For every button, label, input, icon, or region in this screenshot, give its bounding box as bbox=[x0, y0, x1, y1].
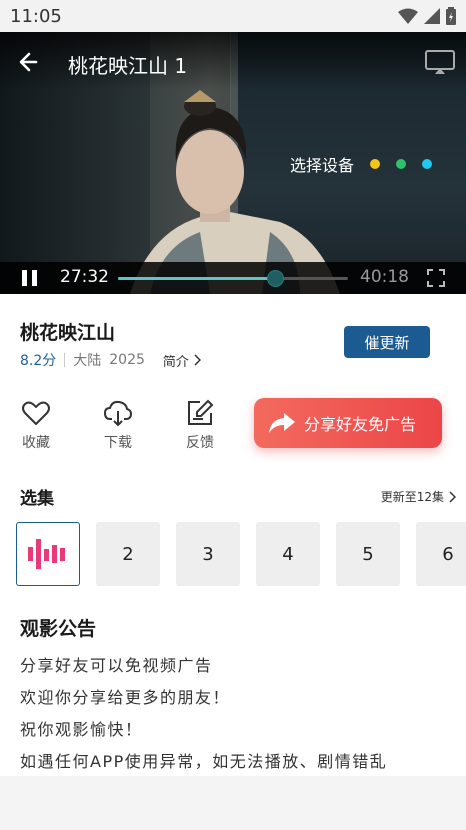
notice-title: 观影公告 bbox=[20, 618, 97, 640]
battery-icon bbox=[446, 7, 456, 25]
notice-line: 欢迎你分享给更多的朋友！ bbox=[20, 688, 231, 707]
seek-progress bbox=[118, 277, 276, 280]
device-dot-yellow bbox=[370, 159, 381, 169]
status-icons bbox=[398, 7, 456, 25]
favorite-label: 收藏 bbox=[22, 435, 50, 451]
total-time: 40:18 bbox=[360, 267, 409, 287]
episode-list: 2 3 4 5 6 bbox=[16, 522, 466, 588]
equalizer-icon bbox=[28, 539, 65, 569]
wifi-icon bbox=[398, 8, 418, 24]
episodes-title: 选集 bbox=[20, 489, 54, 509]
status-bar: 11:05 bbox=[0, 0, 466, 32]
episode-item[interactable]: 2 bbox=[96, 522, 160, 586]
notice-line: 分享好友可以免视频广告 bbox=[20, 656, 213, 675]
pause-icon[interactable] bbox=[20, 268, 40, 288]
download-icon bbox=[103, 400, 133, 427]
rating-score: 8.2分 bbox=[20, 353, 57, 369]
back-arrow-icon[interactable] bbox=[14, 46, 46, 78]
fullscreen-icon[interactable] bbox=[426, 268, 446, 288]
episode-item[interactable]: 4 bbox=[256, 522, 320, 586]
episode-1-playing[interactable] bbox=[16, 522, 80, 586]
episodes-more-link[interactable]: 更新至12集 bbox=[381, 488, 456, 505]
chevron-right-icon bbox=[449, 490, 456, 503]
video-player[interactable]: 桃花映江山 1 选择设备 27:32 40:18 bbox=[0, 32, 466, 294]
seek-bar[interactable] bbox=[118, 270, 348, 287]
cast-icon[interactable] bbox=[424, 48, 456, 76]
device-select-label: 选择设备 bbox=[290, 156, 355, 175]
intro-link[interactable]: 简介 bbox=[163, 351, 201, 370]
share-label: 分享好友免广告 bbox=[304, 415, 417, 434]
current-time: 27:32 bbox=[60, 267, 109, 287]
intro-label: 简介 bbox=[162, 354, 189, 370]
chevron-right-icon bbox=[194, 354, 201, 366]
seek-thumb[interactable] bbox=[267, 270, 285, 287]
notice-line: 祝你观影愉快！ bbox=[20, 720, 143, 739]
player-controls: 27:32 40:18 bbox=[0, 262, 466, 294]
download-button[interactable]: 下载 bbox=[98, 398, 138, 452]
episodes-more-label: 更新至12集 bbox=[380, 490, 444, 504]
device-dot-cyan bbox=[422, 159, 433, 169]
share-button[interactable]: 分享好友免广告 bbox=[254, 398, 442, 448]
feedback-button[interactable]: 反馈 bbox=[180, 398, 220, 452]
show-title: 桃花映江山 bbox=[20, 322, 116, 344]
episode-item[interactable]: 5 bbox=[336, 522, 400, 586]
urge-update-button[interactable]: 催更新 bbox=[344, 326, 430, 358]
notice-line: 如遇任何APP使用异常，如无法播放、剧情错乱 bbox=[20, 752, 388, 771]
detail-panel: 桃花映江山 8.2分 大陆 2025 简介 催更新 收藏 下载 反馈 分享好友免… bbox=[0, 294, 466, 776]
device-dot-green bbox=[396, 159, 407, 169]
share-arrow-icon bbox=[269, 413, 295, 433]
show-meta: 8.2分 大陆 2025 简介 bbox=[20, 350, 201, 370]
status-time: 11:05 bbox=[10, 5, 62, 27]
meta-divider bbox=[64, 353, 66, 367]
heart-icon bbox=[22, 401, 50, 425]
device-select[interactable]: 选择设备 bbox=[290, 152, 433, 176]
episode-item[interactable]: 6 bbox=[416, 522, 466, 586]
year: 2025 bbox=[109, 352, 145, 368]
feedback-icon bbox=[188, 399, 214, 425]
signal-icon bbox=[424, 8, 440, 24]
episodes-header: 选集 更新至12集 bbox=[20, 484, 456, 509]
download-label: 下载 bbox=[104, 435, 132, 451]
player-title: 桃花映江山 1 bbox=[68, 54, 188, 78]
feedback-label: 反馈 bbox=[186, 435, 214, 451]
episode-item[interactable]: 3 bbox=[176, 522, 240, 586]
favorite-button[interactable]: 收藏 bbox=[16, 398, 56, 452]
region: 大陆 bbox=[73, 353, 102, 369]
